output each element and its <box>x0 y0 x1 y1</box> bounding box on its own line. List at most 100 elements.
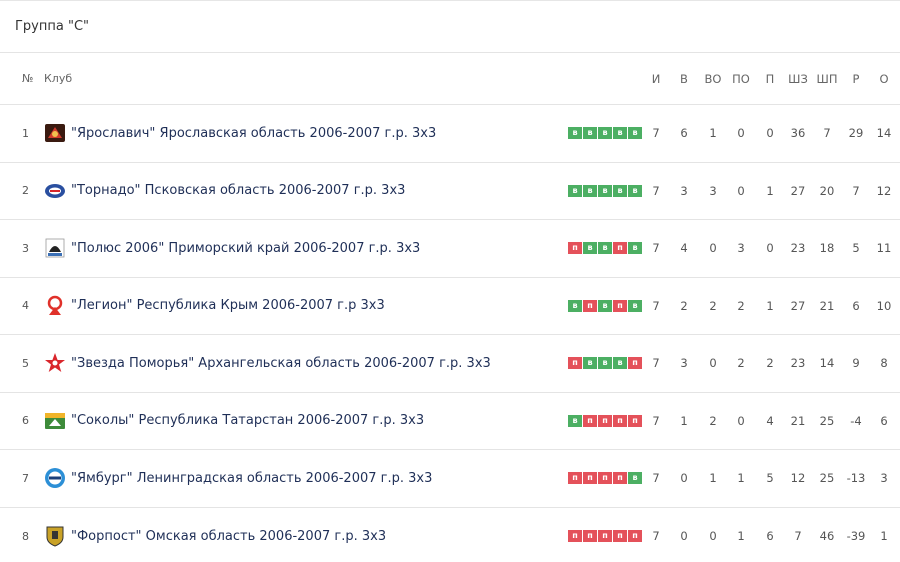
stat-goals-against: 21 <box>819 298 835 313</box>
loss-badge[interactable]: п <box>583 530 597 543</box>
club-name-link[interactable]: "Соколы" Республика Татарстан 2006-2007 … <box>71 413 424 428</box>
win-badge[interactable]: в <box>598 357 612 370</box>
loss-badge[interactable]: п <box>628 357 642 370</box>
win-badge[interactable]: в <box>568 299 582 312</box>
loss-badge[interactable]: п <box>568 242 582 255</box>
stat-wins: 6 <box>680 126 688 141</box>
win-badge[interactable]: в <box>568 414 582 427</box>
stat-goals-against: 46 <box>819 529 835 544</box>
loss-badge[interactable]: п <box>568 530 582 543</box>
club-name-link[interactable]: "Торнадо" Псковская область 2006-2007 г.… <box>71 183 405 198</box>
stat-goal-diff: 5 <box>852 241 860 256</box>
header-losses: П <box>765 71 775 86</box>
loss-badge[interactable]: п <box>613 530 627 543</box>
club-cell: "Полюс 2006" Приморский край 2006-2007 г… <box>44 237 568 259</box>
yamburg-logo[interactable] <box>44 467 66 489</box>
form-badges: ввввв <box>568 184 644 197</box>
header-goal-diff: Р <box>852 71 860 86</box>
form-badges: впвпв <box>568 299 644 312</box>
win-badge[interactable]: в <box>613 357 627 370</box>
zvezda-logo[interactable] <box>44 352 66 374</box>
stat-games: 7 <box>652 413 660 428</box>
stat-losses: 1 <box>766 298 774 313</box>
form-badges: ввввв <box>568 127 644 140</box>
win-badge[interactable]: в <box>583 184 597 197</box>
loss-badge[interactable]: п <box>568 472 582 485</box>
stat-games: 7 <box>652 298 660 313</box>
stat-points: 11 <box>876 241 892 256</box>
stat-goal-diff: -39 <box>846 529 866 544</box>
loss-badge[interactable]: п <box>613 299 627 312</box>
win-badge[interactable]: в <box>628 299 642 312</box>
club-name-link[interactable]: "Легион" Республика Крым 2006-2007 г.р 3… <box>71 298 385 313</box>
loss-badge[interactable]: п <box>583 472 597 485</box>
club-name-link[interactable]: "Ярославич" Ярославская область 2006-200… <box>71 126 436 141</box>
stat-ot-wins: 0 <box>709 356 717 371</box>
form-badges: впппп <box>568 414 644 427</box>
stat-goals-against: 25 <box>819 413 835 428</box>
loss-badge[interactable]: п <box>628 530 642 543</box>
win-badge[interactable]: в <box>598 242 612 255</box>
tornado-logo[interactable] <box>44 180 66 202</box>
win-badge[interactable]: в <box>628 242 642 255</box>
header-goals-against: ШП <box>816 71 838 86</box>
form-badges: ппппв <box>568 472 644 485</box>
stat-goal-diff: 9 <box>852 356 860 371</box>
win-badge[interactable]: в <box>628 127 642 140</box>
table-row: 2 "Торнадо" Псковская область 2006-2007 г… <box>0 163 900 220</box>
header-num: № <box>22 72 34 85</box>
stat-losses: 1 <box>766 183 774 198</box>
table-header: № Клуб И В ВО ПО П ШЗ ШП Р О <box>0 53 900 105</box>
win-badge[interactable]: в <box>568 184 582 197</box>
club-cell: "Ярославич" Ярославская область 2006-200… <box>44 122 568 144</box>
legion-logo[interactable] <box>44 295 66 317</box>
win-badge[interactable]: в <box>598 127 612 140</box>
stat-ot-losses: 2 <box>737 356 745 371</box>
stat-goals-against: 20 <box>819 183 835 198</box>
club-name-link[interactable]: "Полюс 2006" Приморский край 2006-2007 г… <box>71 241 420 256</box>
club-name-link[interactable]: "Форпост" Омская область 2006-2007 г.р. … <box>71 529 386 544</box>
stat-ot-wins: 2 <box>709 298 717 313</box>
loss-badge[interactable]: п <box>613 242 627 255</box>
win-badge[interactable]: в <box>598 299 612 312</box>
win-badge[interactable]: в <box>583 127 597 140</box>
forpost-logo[interactable] <box>44 525 66 547</box>
header-points: О <box>879 71 889 86</box>
loss-badge[interactable]: п <box>568 357 582 370</box>
win-badge[interactable]: в <box>583 357 597 370</box>
stat-ot-wins: 3 <box>709 183 717 198</box>
club-name-link[interactable]: "Звезда Поморья" Архангельская область 2… <box>71 356 491 371</box>
stat-goals-for: 7 <box>794 529 802 544</box>
loss-badge[interactable]: п <box>628 414 642 427</box>
win-badge[interactable]: в <box>628 184 642 197</box>
form-badges: ппппп <box>568 530 644 543</box>
header-ot-wins: ВО <box>704 71 722 86</box>
stat-wins: 3 <box>680 356 688 371</box>
win-badge[interactable]: в <box>583 242 597 255</box>
win-badge[interactable]: в <box>613 127 627 140</box>
win-badge[interactable]: в <box>613 184 627 197</box>
loss-badge[interactable]: п <box>613 472 627 485</box>
stat-goals-against: 25 <box>819 471 835 486</box>
stat-losses: 6 <box>766 529 774 544</box>
loss-badge[interactable]: п <box>598 414 612 427</box>
stat-goals-for: 27 <box>790 298 806 313</box>
loss-badge[interactable]: п <box>583 299 597 312</box>
table-row: 4 "Легион" Республика Крым 2006-2007 г.р … <box>0 278 900 335</box>
win-badge[interactable]: в <box>598 184 612 197</box>
club-cell: "Легион" Республика Крым 2006-2007 г.р 3… <box>44 295 568 317</box>
loss-badge[interactable]: п <box>613 414 627 427</box>
polyus-logo[interactable] <box>44 237 66 259</box>
club-cell: "Форпост" Омская область 2006-2007 г.р. … <box>44 525 568 547</box>
win-badge[interactable]: в <box>568 127 582 140</box>
stat-points: 3 <box>880 471 888 486</box>
loss-badge[interactable]: п <box>583 414 597 427</box>
club-name-link[interactable]: "Ямбург" Ленинградская область 2006-2007… <box>71 471 432 486</box>
sokoly-logo[interactable] <box>44 410 66 432</box>
stat-games: 7 <box>652 241 660 256</box>
group-title: Группа "С" <box>0 1 900 53</box>
loss-badge[interactable]: п <box>598 472 612 485</box>
loss-badge[interactable]: п <box>598 530 612 543</box>
win-badge[interactable]: в <box>628 472 642 485</box>
yaroslavich-logo[interactable] <box>44 122 66 144</box>
